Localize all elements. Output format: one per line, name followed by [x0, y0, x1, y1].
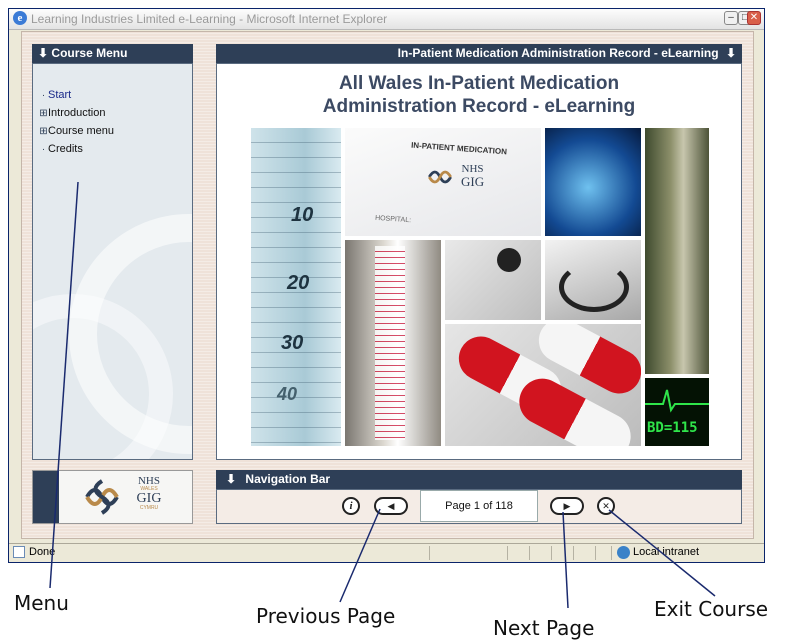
menu-annotation: Menu: [14, 591, 69, 615]
annotation-lines: [49, 181, 716, 609]
exit-course-annotation: Exit Course: [654, 597, 769, 621]
previous-page-annotation: Previous Page: [256, 604, 396, 628]
next-page-annotation: Next Page: [493, 616, 595, 640]
